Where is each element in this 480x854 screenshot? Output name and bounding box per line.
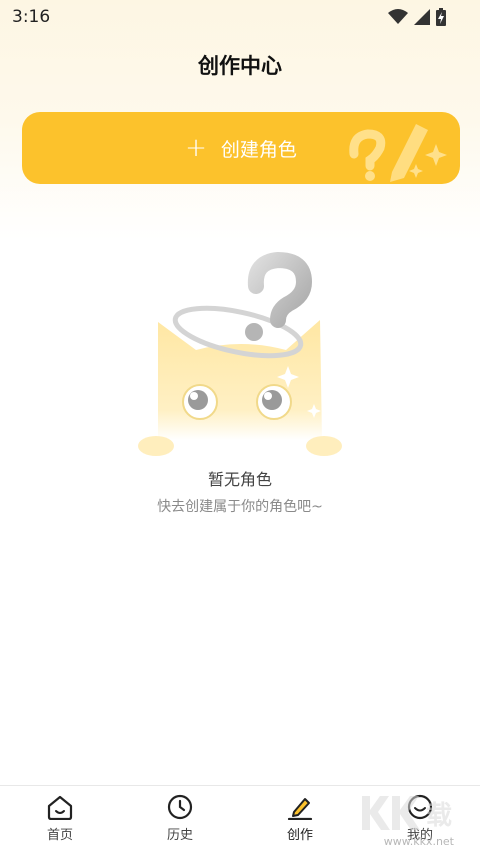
status-icons: [388, 8, 446, 26]
empty-cat-illustration: [138, 251, 342, 456]
create-character-button[interactable]: + 创建角色: [22, 112, 460, 184]
tab-history[interactable]: 历史: [140, 794, 220, 843]
signal-icon: [414, 9, 430, 25]
plus-icon: +: [185, 133, 207, 163]
pencil-icon: [287, 798, 313, 820]
tab-create[interactable]: 创作: [260, 794, 340, 843]
tab-home-label: 首页: [46, 828, 73, 843]
status-time: 3:16: [12, 7, 51, 27]
wifi-icon: [388, 9, 408, 24]
empty-state-title: 暂无角色: [207, 470, 272, 489]
create-character-label: 创建角色: [220, 138, 297, 161]
tab-home[interactable]: 首页: [20, 794, 100, 843]
clock-icon: [167, 794, 193, 820]
home-icon: [47, 795, 73, 820]
sparkle-pencil-decoration-icon: [349, 124, 447, 182]
status-bar: 3:16: [0, 0, 480, 34]
watermark-text: www.kkx.net: [383, 835, 454, 848]
battery-icon: [436, 8, 446, 26]
watermark-logo-icon: 载: [362, 796, 452, 831]
site-watermark: 载 www.kkx.net: [352, 790, 472, 850]
tab-history-label: 历史: [166, 828, 193, 843]
empty-state-subtitle: 快去创建属于你的角色吧~: [157, 499, 323, 515]
tab-create-label: 创作: [286, 828, 313, 843]
svg-text:载: 载: [426, 801, 452, 831]
page-title: 创作中心: [198, 54, 282, 78]
